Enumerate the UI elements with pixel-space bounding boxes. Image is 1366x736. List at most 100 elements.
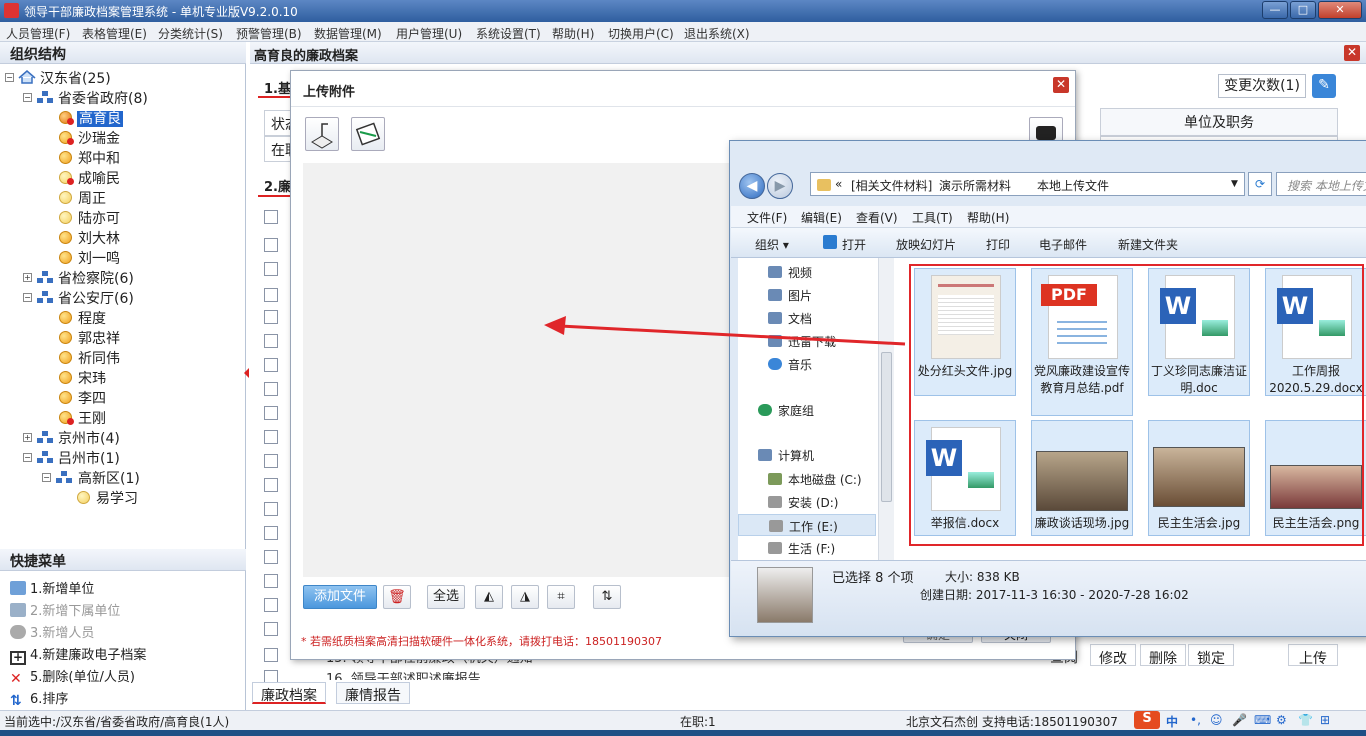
row-checkbox[interactable]	[264, 382, 278, 396]
row-checkbox[interactable]	[264, 210, 278, 224]
quick-new-archive[interactable]: +4.新建廉政电子档案	[10, 644, 146, 665]
tree-jingzhou[interactable]: 京州市(4)	[58, 428, 120, 448]
expand-toggle[interactable]: −	[23, 453, 32, 462]
slideshow-button[interactable]: 放映幻灯片	[896, 236, 956, 253]
expand-toggle[interactable]: +	[23, 433, 32, 442]
menu-stats[interactable]: 分类统计(S)	[158, 25, 223, 42]
expand-toggle[interactable]: −	[23, 93, 32, 102]
menu-tools[interactable]: 工具(T)	[912, 209, 953, 226]
tree-person[interactable]: 易学习	[96, 488, 138, 508]
row-checkbox[interactable]	[264, 454, 278, 468]
sort-icon[interactable]: ⇅	[593, 585, 621, 609]
refresh-icon[interactable]: ⟳	[1248, 172, 1272, 196]
nav-drive-f[interactable]: 生活 (F:)	[768, 540, 835, 557]
row-lock[interactable]: 锁定	[1188, 644, 1234, 666]
organize-button[interactable]: 组织 ▾	[755, 236, 789, 253]
trash-icon[interactable]: 🗑	[383, 585, 411, 609]
nav-music[interactable]: 音乐	[768, 356, 812, 373]
tree-person[interactable]: 李四	[78, 388, 106, 408]
ime-mode[interactable]: 中	[1166, 713, 1178, 730]
tree-person[interactable]: 沙瑞金	[78, 128, 120, 148]
menu-table[interactable]: 表格管理(E)	[82, 25, 147, 42]
collapse-toggle[interactable]	[264, 288, 278, 302]
row-checkbox[interactable]	[264, 598, 278, 612]
tree-person[interactable]: 程度	[78, 308, 106, 328]
minimize-button[interactable]: —	[1262, 1, 1288, 19]
tree-procuratorate[interactable]: 省检察院(6)	[58, 268, 134, 288]
row-checkbox[interactable]	[264, 358, 278, 372]
tab-archive[interactable]: 廉政档案	[252, 682, 326, 704]
row-checkbox[interactable]	[264, 648, 278, 662]
expand-toggle[interactable]: −	[5, 73, 14, 82]
row-checkbox[interactable]	[264, 310, 278, 324]
nav-drive-d[interactable]: 安装 (D:)	[768, 494, 838, 511]
row-checkbox[interactable]	[264, 334, 278, 348]
expand-toggle[interactable]: −	[42, 473, 51, 482]
tree-gov[interactable]: 省委省政府(8)	[58, 88, 148, 108]
rotate-left-icon[interactable]: ◭	[475, 585, 503, 609]
crop-icon[interactable]: ⌗	[547, 585, 575, 609]
nav-videos[interactable]: 视频	[768, 264, 812, 281]
collapse-toggle[interactable]	[264, 238, 278, 252]
menu-settings[interactable]: 系统设置(T)	[476, 25, 541, 42]
open-button[interactable]: 打开	[842, 236, 866, 253]
menu-users[interactable]: 用户管理(U)	[396, 25, 462, 42]
row-upload[interactable]: 上传	[1288, 644, 1338, 666]
scanner-icon[interactable]	[305, 117, 339, 151]
row-checkbox[interactable]	[264, 406, 278, 420]
tree-person[interactable]: 刘大林	[78, 228, 120, 248]
menu-people[interactable]: 人员管理(F)	[6, 25, 70, 42]
tree-person[interactable]: 刘一鸣	[78, 248, 120, 268]
menu-view[interactable]: 查看(V)	[856, 209, 898, 226]
path-segment[interactable]: 本地上传文件	[1037, 177, 1109, 194]
tree-gaoxin[interactable]: 高新区(1)	[78, 468, 140, 488]
menu-help[interactable]: 帮助(H)	[552, 25, 594, 42]
new-folder-button[interactable]: 新建文件夹	[1118, 236, 1178, 253]
punctuation-icon[interactable]: •,	[1190, 713, 1201, 727]
address-bar[interactable]: « [相关文件材料] 演示所需材料 本地上传文件 ▼	[810, 172, 1245, 196]
nav-pictures[interactable]: 图片	[768, 287, 812, 304]
row-checkbox[interactable]	[264, 478, 278, 492]
rotate-right-icon[interactable]: ◮	[511, 585, 539, 609]
emoji-icon[interactable]: ☺	[1210, 713, 1223, 727]
nav-homegroup[interactable]: 家庭组	[758, 402, 814, 419]
scan-icon[interactable]	[351, 117, 385, 151]
print-button[interactable]: 打印	[986, 236, 1010, 253]
tree-person[interactable]: 成喻民	[78, 168, 120, 188]
quick-add-unit[interactable]: 1.新增单位	[10, 578, 94, 597]
menu-help[interactable]: 帮助(H)	[967, 209, 1009, 226]
menu-file[interactable]: 文件(F)	[747, 209, 787, 226]
row-title[interactable]: 16. 领导干部述职述廉报告	[326, 668, 481, 680]
row-delete[interactable]: 删除	[1140, 644, 1186, 666]
skin-icon[interactable]: ⚙	[1276, 713, 1287, 727]
menu-switch-user[interactable]: 切换用户(C)	[608, 25, 674, 42]
toolbox-icon[interactable]: ⊞	[1320, 713, 1330, 727]
row-edit[interactable]: 修改	[1090, 644, 1136, 666]
nav-computer[interactable]: 计算机	[758, 447, 814, 464]
tree-person[interactable]: 王刚	[78, 408, 106, 428]
close-tab-icon[interactable]: ✕	[1344, 45, 1360, 61]
quick-sort[interactable]: ⇅ 6.排序	[10, 688, 68, 709]
email-button[interactable]: 电子邮件	[1039, 236, 1087, 253]
expand-toggle[interactable]: −	[23, 293, 32, 302]
menu-exit[interactable]: 退出系统(X)	[684, 25, 750, 42]
mic-icon[interactable]: 🎤	[1232, 713, 1247, 727]
path-segment[interactable]: [相关文件材料]	[851, 177, 932, 194]
quick-add-subunit[interactable]: 2.新增下属单位	[10, 600, 120, 619]
tree-person[interactable]: 周正	[78, 188, 106, 208]
path-segment[interactable]: 演示所需材料	[939, 177, 1011, 194]
change-count-button[interactable]: 变更次数(1)	[1218, 74, 1306, 98]
row-checkbox[interactable]	[264, 262, 278, 276]
tab-report[interactable]: 廉情报告	[336, 682, 410, 704]
expand-toggle[interactable]: +	[23, 273, 32, 282]
quick-delete[interactable]: ✕ 5.删除(单位/人员)	[10, 666, 135, 687]
tree-police[interactable]: 省公安厅(6)	[58, 288, 134, 308]
maximize-button[interactable]: □	[1290, 1, 1316, 19]
menu-data[interactable]: 数据管理(M)	[314, 25, 382, 42]
row-checkbox[interactable]	[264, 574, 278, 588]
tree-person[interactable]: 陆亦可	[78, 208, 120, 228]
sogou-ime-icon[interactable]: S	[1134, 711, 1160, 729]
tree-person[interactable]: 郭忠祥	[78, 328, 120, 348]
tree-lvzhou[interactable]: 吕州市(1)	[58, 448, 120, 468]
forward-icon[interactable]: ▶	[767, 173, 793, 199]
